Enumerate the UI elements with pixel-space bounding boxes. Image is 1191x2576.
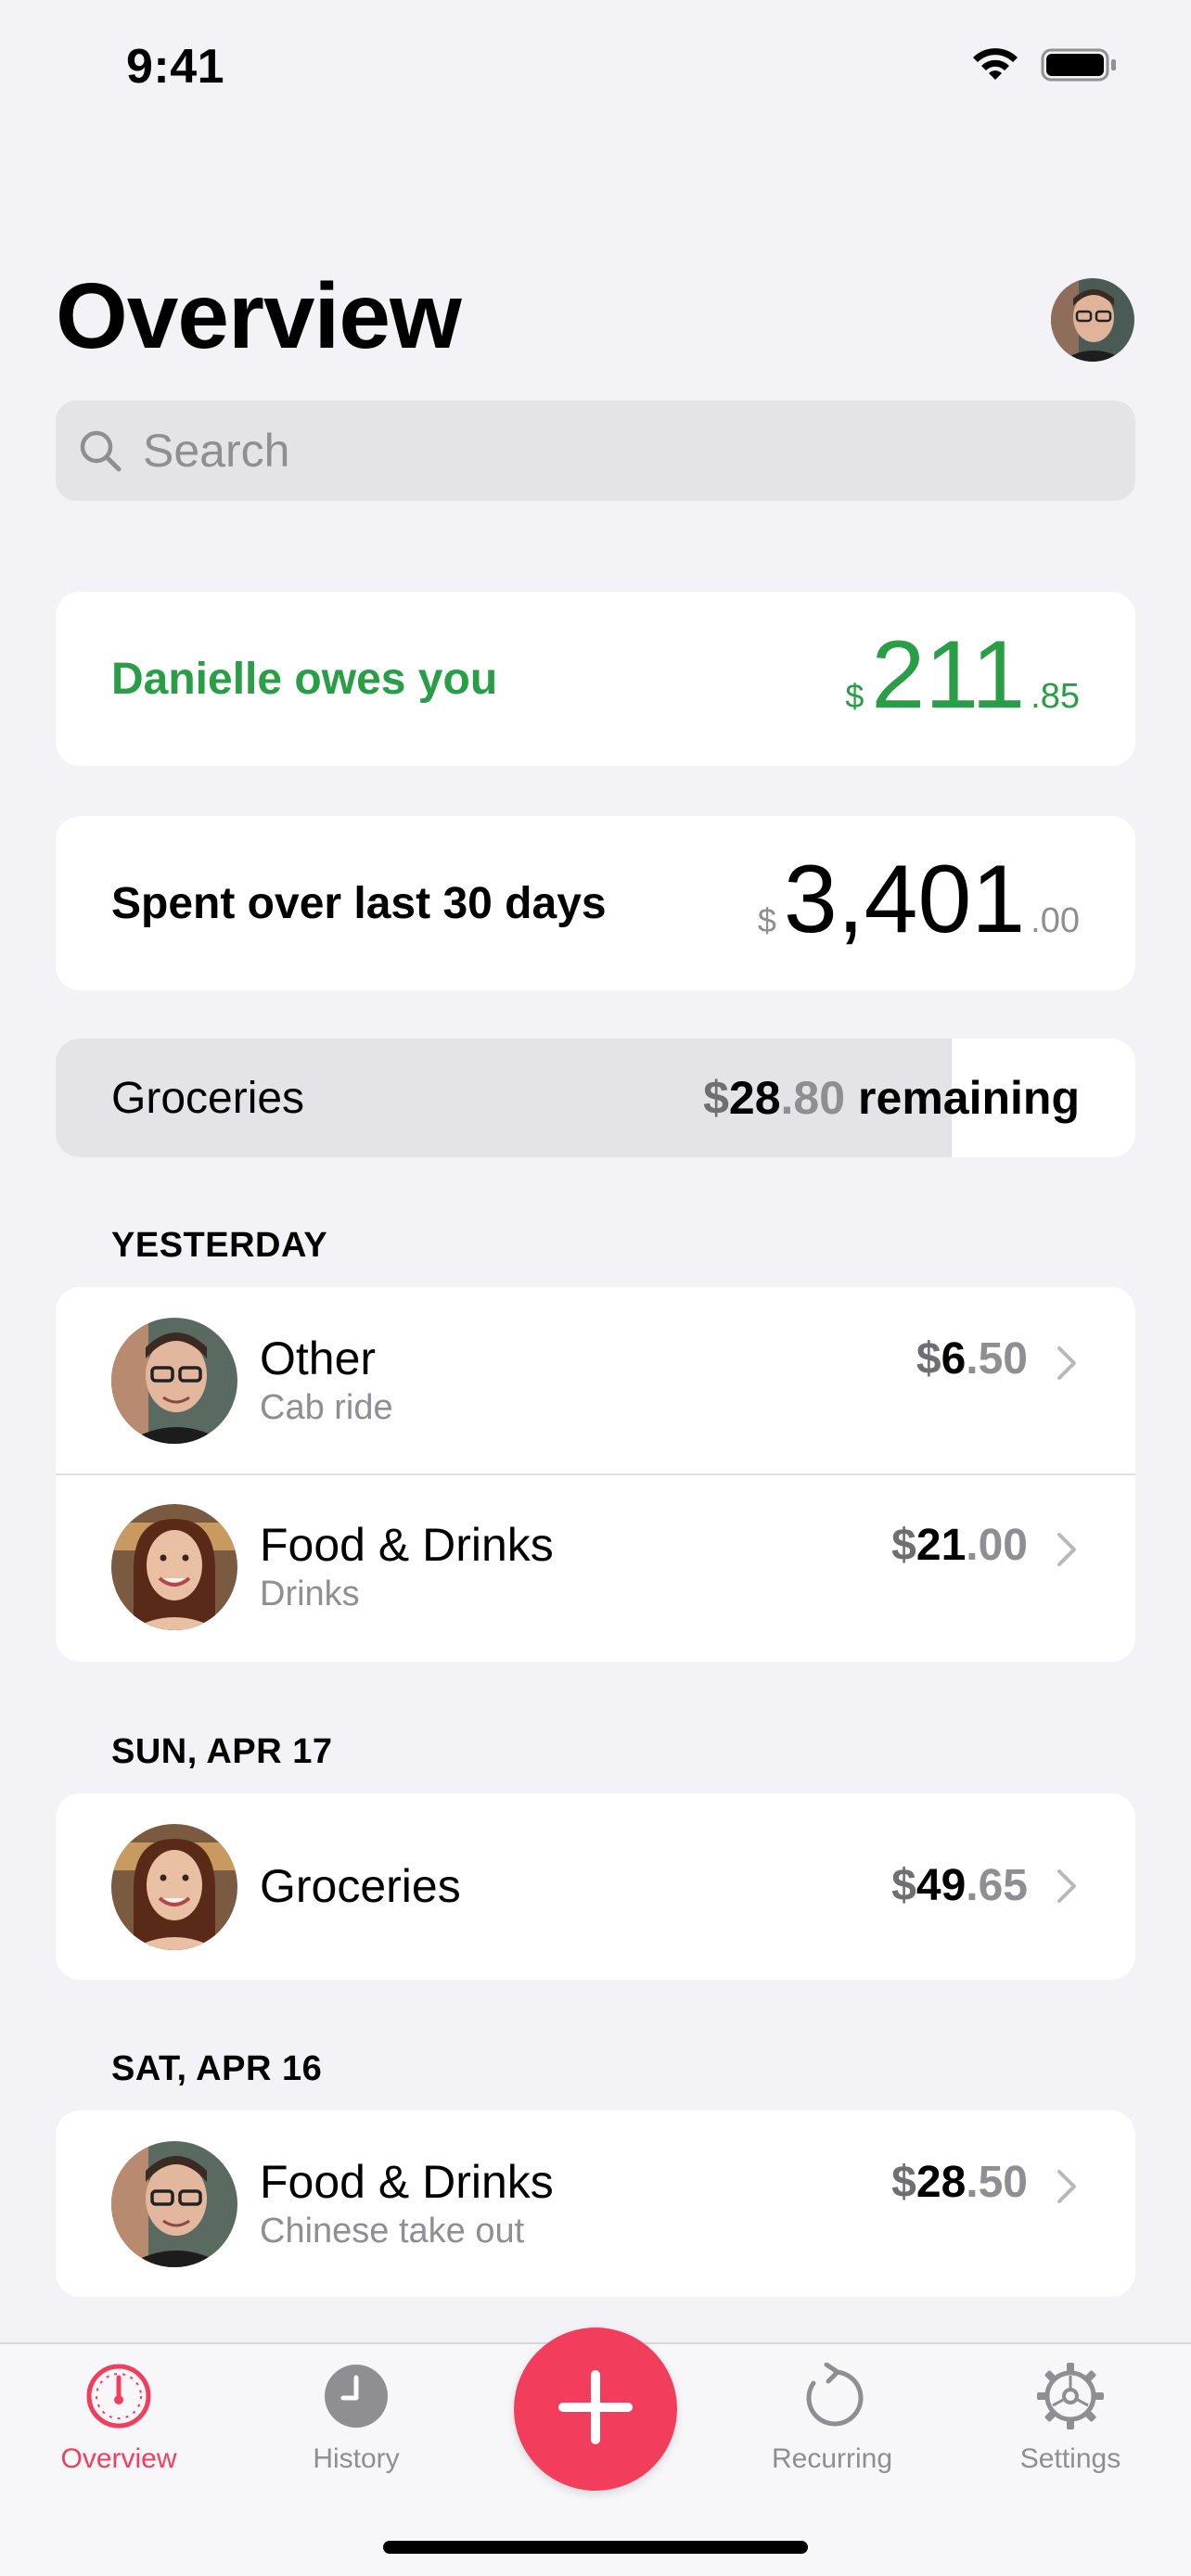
transaction-amount: $21.00 [891,1520,1028,1571]
tab-overview[interactable]: Overview [26,2363,211,2475]
transaction-amount: $49.65 [891,1860,1028,1911]
plus-icon [554,2366,637,2454]
balance-label: Danielle owes you [111,654,498,704]
tab-label: Settings [1019,2443,1121,2474]
profile-avatar[interactable] [1051,278,1134,362]
budget-remaining: $ 28 .80 remaining [703,1039,1080,1157]
spent-whole: 3,401 [783,846,1026,953]
spent-fraction: .00 [1031,901,1080,940]
chevron-right-icon [1054,1868,1080,1905]
transaction-group: Food & Drinks Chinese take out $28.50 [56,2111,1135,2297]
wifi-icon [970,46,1020,88]
spent-label: Spent over last 30 days [111,878,607,928]
budget-category: Groceries [111,1073,305,1123]
repeat-icon [799,2362,865,2434]
budget-fraction: .80 [780,1072,846,1124]
amount-dollar: $ [891,1861,916,1910]
search-icon [76,427,124,475]
transaction-row[interactable]: Groceries $49.65 [56,1793,1135,1980]
amount-whole: 6 [941,1334,967,1384]
transaction-title: Food & Drinks [260,2155,554,2208]
search-bar[interactable] [56,401,1135,501]
page-title: Overview [56,264,462,368]
transaction-row[interactable]: Food & Drinks Chinese take out $28.50 [56,2111,1135,2297]
tab-label: History [313,2443,400,2474]
clock-icon [323,2363,390,2434]
battery-icon [1041,46,1119,88]
section-header: YESTERDAY [111,1226,328,1265]
amount-dollar: $ [891,1521,916,1570]
tab-settings[interactable]: Settings [978,2363,1163,2475]
amount-fraction: .65 [966,1861,1028,1910]
overview-screen: 9:41 Overview Search Danielle owes you $… [0,0,1191,2576]
home-indicator [383,2541,808,2554]
status-time: 9:41 [126,40,225,94]
gauge-icon [85,2363,152,2434]
transaction-amount: $6.50 [916,1333,1028,1384]
tab-label: Overview [60,2443,177,2474]
balance-amount: $ 211 .85 [845,592,1080,766]
avatar [111,2140,237,2267]
amount-dollar: $ [916,1334,941,1384]
transaction-text: Groceries [260,1793,461,1980]
transaction-title: Groceries [260,1860,461,1912]
tab-recurring[interactable]: Recurring [739,2362,925,2475]
spent-card[interactable]: Spent over last 30 days $ 3,401 .00 [56,816,1135,990]
avatar [111,1317,237,1444]
amount-fraction: .50 [966,1334,1028,1384]
avatar [111,1823,237,1950]
add-expense-button[interactable] [514,2327,677,2491]
search-input[interactable] [141,423,1072,478]
transaction-row[interactable]: Other Cab ride $6.50 [56,1287,1135,1473]
amount-fraction: .50 [966,2158,1028,2207]
transaction-amount: $28.50 [891,2157,1028,2208]
transaction-group: Other Cab ride $6.50 Food & Drinks Drink… [56,1287,1135,1662]
balance-currency: $ [845,677,864,715]
transaction-text: Food & Drinks Drinks [260,1473,554,1660]
balance-fraction: .85 [1031,677,1080,716]
amount-dollar: $ [891,2158,916,2207]
transaction-subtitle: Drinks [260,1574,360,1613]
budget-suffix: remaining [858,1072,1080,1124]
amount-fraction: .00 [966,1521,1028,1570]
transaction-subtitle: Chinese take out [260,2211,525,2251]
chevron-right-icon [1054,2168,1080,2205]
transaction-row[interactable]: Food & Drinks Drinks $21.00 [56,1473,1135,1660]
tab-history[interactable]: History [263,2363,449,2475]
balance-card[interactable]: Danielle owes you $ 211 .85 [56,592,1135,766]
budget-progress-bar[interactable]: Groceries $ 28 .80 remaining [56,1039,1135,1157]
section-header: SUN, APR 17 [111,1732,333,1771]
transaction-text: Other Cab ride [260,1287,393,1473]
chevron-right-icon [1054,1531,1080,1568]
amount-whole: 49 [916,1861,967,1910]
spent-amount: $ 3,401 .00 [758,816,1080,990]
budget-dollar: $ [703,1072,729,1124]
balance-whole: 211 [871,621,1026,729]
transaction-group: Groceries $49.65 [56,1793,1135,1980]
chevron-right-icon [1054,1345,1080,1382]
spent-currency: $ [757,901,776,939]
transaction-title: Food & Drinks [260,1518,554,1571]
transaction-title: Other [260,1332,377,1384]
amount-whole: 28 [916,2158,967,2207]
transaction-text: Food & Drinks Chinese take out [260,2111,554,2297]
transaction-subtitle: Cab ride [260,1387,393,1427]
gear-icon [1037,2363,1104,2434]
tab-label: Recurring [771,2443,893,2474]
section-header: SAT, APR 16 [111,2049,323,2088]
budget-whole: 28 [728,1072,781,1124]
status-icons [970,46,1119,88]
amount-whole: 21 [916,1521,967,1570]
avatar [111,1503,237,1630]
